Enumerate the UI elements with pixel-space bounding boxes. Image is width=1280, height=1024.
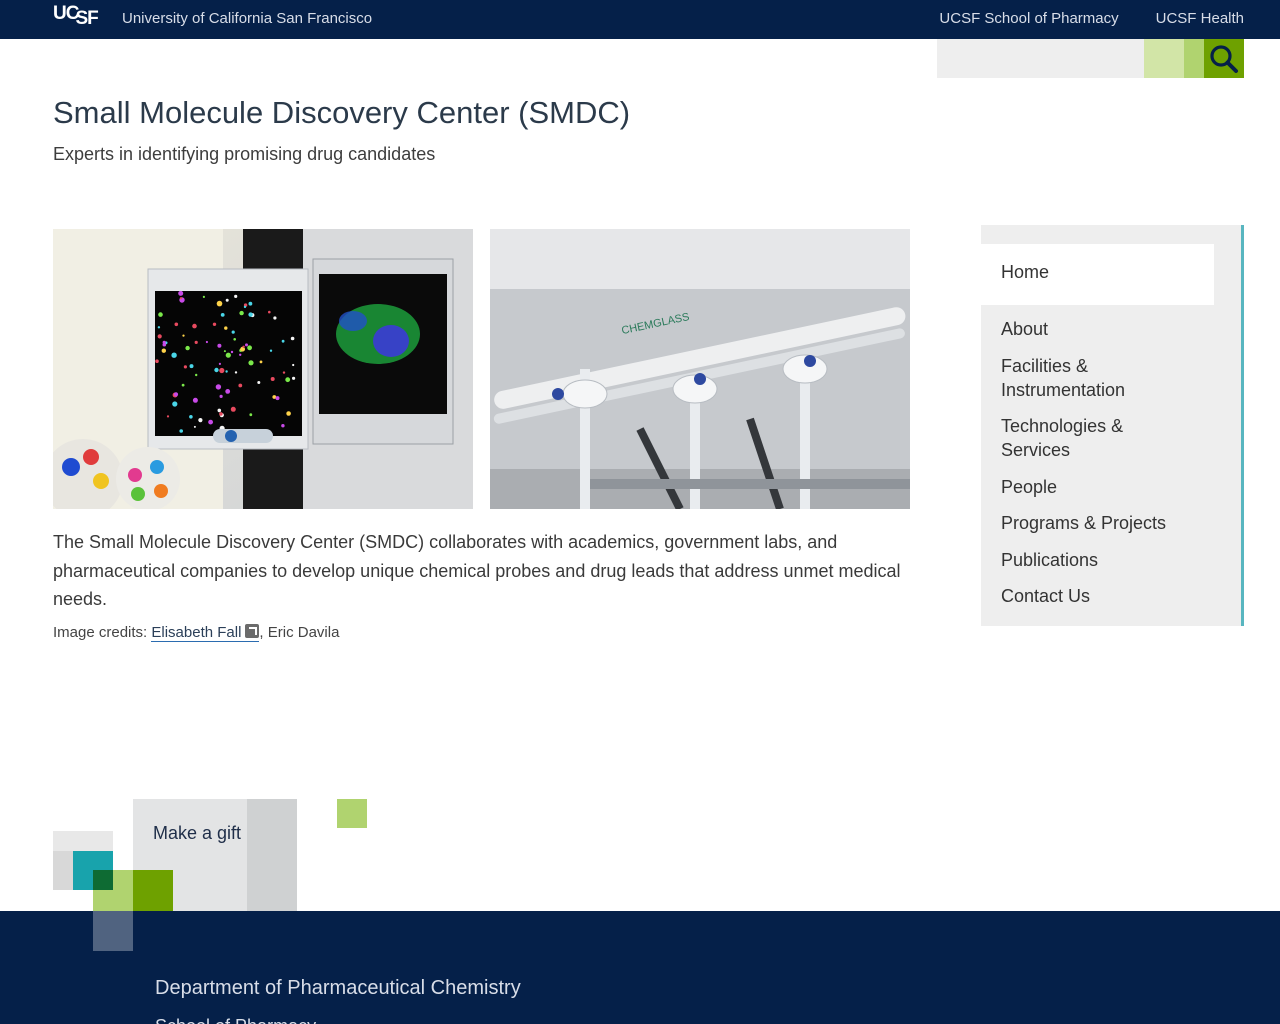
sidebar-nav: Home About Facilities & Instrumentation … [981,225,1244,626]
search-accent-mid [1184,39,1204,78]
university-name[interactable]: University of California San Francisco [122,10,372,27]
mosaic-square [133,870,173,911]
mosaic-square [53,831,113,851]
sidebar-item-contact[interactable]: Contact Us [1001,584,1166,608]
credits-rest: , Eric Davila [259,624,340,641]
tagline: Experts in identifying promising drug ca… [53,144,436,164]
sidebar-list: About Facilities & Instrumentation Techn… [1001,317,1166,621]
mosaic-square [113,870,133,890]
logo-bottom: SF [75,8,98,29]
microscopy-screens-image [53,229,473,509]
sidebar-item-technologies[interactable]: Technologies & Services [1001,414,1151,462]
sidebar-item-facilities[interactable]: Facilities & Instrumentation [1001,354,1151,402]
sidebar-item-people[interactable]: People [1001,475,1166,499]
search-button[interactable] [1204,39,1244,78]
footer-school[interactable]: School of Pharmacy [155,1016,316,1024]
image-credits: Image credits: Elisabeth Fall , Eric Davi… [53,624,340,642]
sidebar-item-about[interactable]: About [1001,317,1166,341]
search-accent-light [1144,39,1184,78]
external-link-icon [245,624,260,638]
search-input[interactable] [937,39,1144,78]
make-a-gift-link[interactable]: Make a gift [153,823,241,844]
pharmacy-link[interactable]: UCSF School of Pharmacy [939,10,1118,27]
mosaic-square [337,799,367,828]
credit-link-text: Elisabeth Fall [151,624,242,641]
mosaic-square [93,911,133,951]
intro-paragraph: The Small Molecule Discovery Center (SMD… [53,532,901,609]
top-bar: UCSF University of California San Franci… [0,0,1280,39]
sidebar-item-home[interactable]: Home [981,244,1214,305]
sidebar-item-programs[interactable]: Programs & Projects [1001,511,1166,535]
credit-link[interactable]: Elisabeth Fall [151,624,260,642]
page-title: Small Molecule Discovery Center (SMDC) [53,95,631,130]
mosaic-square [53,851,73,890]
mosaic-square [247,799,297,911]
search-icon [1210,44,1238,73]
lab-glassware-image: CHEMGLASS [490,229,910,509]
footer-department[interactable]: Department of Pharmaceutical Chemistry [155,977,521,1000]
footer [0,911,1280,1024]
mosaic-square [93,870,113,890]
ucsf-logo[interactable]: UCSF [53,3,101,29]
top-links: UCSF School of Pharmacy UCSF Health [939,10,1244,27]
credits-prefix: Image credits: [53,624,152,641]
sidebar-item-publications[interactable]: Publications [1001,548,1166,572]
mosaic-square [93,890,133,911]
ucsf-health-link[interactable]: UCSF Health [1156,10,1244,27]
